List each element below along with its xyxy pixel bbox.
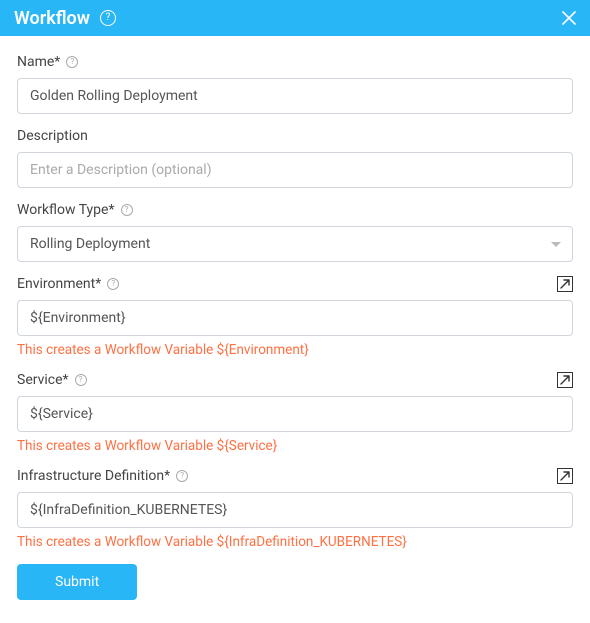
workflow-type-select[interactable] [17, 226, 573, 262]
dialog-title: Workflow [14, 8, 90, 29]
environment-label: Environment* [17, 276, 101, 292]
infra-helper: This creates a Workflow Variable ${Infra… [17, 534, 573, 550]
service-input[interactable] [17, 396, 573, 432]
service-label: Service* [17, 372, 69, 388]
help-icon[interactable]: ? [107, 278, 119, 290]
field-description: Description [17, 128, 573, 188]
help-icon[interactable]: ? [75, 374, 87, 386]
close-icon[interactable] [562, 11, 576, 25]
description-label: Description [17, 128, 88, 144]
infra-input[interactable] [17, 492, 573, 528]
template-link-icon[interactable] [557, 468, 573, 484]
workflow-type-select-wrap [17, 226, 573, 262]
help-icon[interactable]: ? [121, 204, 133, 216]
template-link-icon[interactable] [557, 372, 573, 388]
field-name: Name* ? [17, 54, 573, 114]
environment-helper: This creates a Workflow Variable ${Envir… [17, 342, 573, 358]
environment-input[interactable] [17, 300, 573, 336]
help-icon[interactable]: ? [66, 56, 78, 68]
infra-label: Infrastructure Definition* [17, 468, 170, 484]
dialog-header: Workflow ? [0, 0, 590, 36]
field-environment: Environment* ? This creates a Workflow V… [17, 276, 573, 358]
workflow-form: Name* ? Description Workflow Type* ? Env… [0, 36, 590, 620]
name-input[interactable] [17, 78, 573, 114]
service-helper: This creates a Workflow Variable ${Servi… [17, 438, 573, 454]
submit-button[interactable]: Submit [17, 564, 137, 600]
help-icon[interactable]: ? [176, 470, 188, 482]
description-input[interactable] [17, 152, 573, 188]
field-workflow-type: Workflow Type* ? [17, 202, 573, 262]
template-link-icon[interactable] [557, 276, 573, 292]
help-icon[interactable]: ? [100, 10, 116, 26]
field-service: Service* ? This creates a Workflow Varia… [17, 372, 573, 454]
workflow-type-label: Workflow Type* [17, 202, 115, 218]
field-infra: Infrastructure Definition* ? This create… [17, 468, 573, 550]
name-label: Name* [17, 54, 60, 70]
header-left: Workflow ? [14, 8, 116, 29]
